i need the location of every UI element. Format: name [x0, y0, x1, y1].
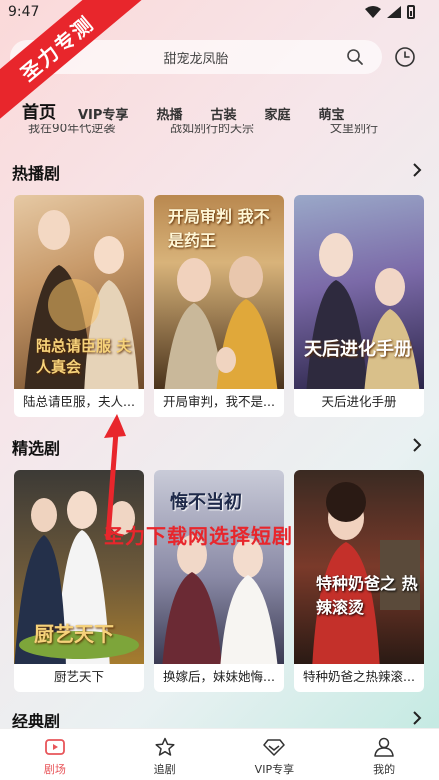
nav-label: 剧场	[43, 763, 66, 776]
poster-image: 陆总请臣服 夫人真会	[14, 195, 144, 389]
history-icon[interactable]	[393, 45, 417, 69]
tab-hot[interactable]: 热播	[156, 104, 182, 123]
drama-card[interactable]: 开局审判 我不是药王 开局审判，我不是...	[154, 195, 284, 417]
poster-title-art: 陆总请臣服 夫人真会	[36, 337, 132, 376]
drama-card[interactable]: 天后进化手册 天后进化手册	[294, 195, 424, 417]
search-icon[interactable]	[346, 48, 364, 66]
card-title: 换嫁后，妹妹她悔...	[163, 669, 275, 684]
nav-label: 我的	[373, 763, 396, 776]
tab-vip[interactable]: VIP专享	[78, 104, 128, 123]
category-tabs: 首页 VIP专享 热播 古装 家庭 萌宝	[22, 95, 373, 123]
tab-costume[interactable]: 古装	[210, 104, 236, 123]
status-icons	[365, 5, 415, 19]
wifi-icon	[365, 6, 381, 18]
tab-family[interactable]: 家庭	[264, 104, 290, 123]
card-title: 天后进化手册	[321, 394, 397, 409]
poster-image: 天后进化手册	[294, 195, 424, 389]
poster-title-art: 悔不当初	[170, 492, 242, 513]
chevron-right-icon[interactable]	[411, 438, 423, 452]
battery-icon	[407, 5, 415, 19]
section-title-selected: 精选剧	[12, 439, 61, 458]
prev-title: 战如别行的天宗	[170, 124, 255, 135]
drama-card[interactable]: 悔不当初 换嫁后，妹妹她悔...	[154, 470, 284, 692]
chevron-right-icon[interactable]	[411, 163, 423, 177]
status-time: 9:47	[8, 4, 40, 20]
section-title-hot: 热播剧	[12, 164, 61, 183]
poster-image: 开局审判 我不是药王	[154, 195, 284, 389]
nav-theater[interactable]: 剧场	[0, 729, 110, 780]
chevron-right-icon[interactable]	[411, 711, 423, 725]
nav-mine[interactable]: 我的	[329, 729, 439, 780]
poster-image: 特种奶爸之 热辣滚烫	[294, 470, 424, 664]
poster-title-art: 开局审判 我不是药王	[168, 207, 270, 250]
star-icon	[155, 737, 175, 756]
card-title: 特种奶爸之热辣滚...	[303, 669, 415, 684]
nav-vip[interactable]: VIP专享	[220, 729, 330, 780]
nav-label: VIP专享	[254, 763, 295, 776]
poster-title-art: 特种奶爸之 热辣滚烫	[316, 574, 418, 617]
diamond-icon	[263, 739, 286, 756]
poster-figures	[312, 482, 420, 664]
signal-icon	[387, 6, 401, 18]
poster-title-art: 厨艺天下	[34, 622, 114, 646]
previous-row-titles: 我在90年代逆袭 战如别行的天宗 文里别行	[0, 124, 439, 136]
nav-follow[interactable]: 追剧	[110, 729, 220, 780]
watermark-text: 圣力下载网选择短剧	[104, 524, 293, 548]
card-title: 厨艺天下	[53, 669, 104, 684]
bottom-nav: 剧场 追剧 VIP专享 我的	[0, 728, 439, 780]
poster-title-art: 天后进化手册	[304, 339, 412, 360]
card-title: 开局审判，我不是...	[163, 394, 275, 409]
tab-home[interactable]: 首页	[22, 98, 56, 123]
prev-title: 我在90年代逆袭	[28, 124, 116, 135]
drama-card[interactable]: 陆总请臣服 夫人真会 陆总请臣服，夫人...	[14, 195, 144, 417]
tab-baby[interactable]: 萌宝	[318, 104, 344, 123]
poster-image: 悔不当初	[154, 470, 284, 664]
person-icon	[374, 737, 394, 757]
drama-card[interactable]: 特种奶爸之 热辣滚烫 特种奶爸之热辣滚...	[294, 470, 424, 692]
prev-title: 文里别行	[330, 124, 379, 135]
theater-icon	[44, 739, 65, 755]
nav-label: 追剧	[153, 763, 176, 776]
